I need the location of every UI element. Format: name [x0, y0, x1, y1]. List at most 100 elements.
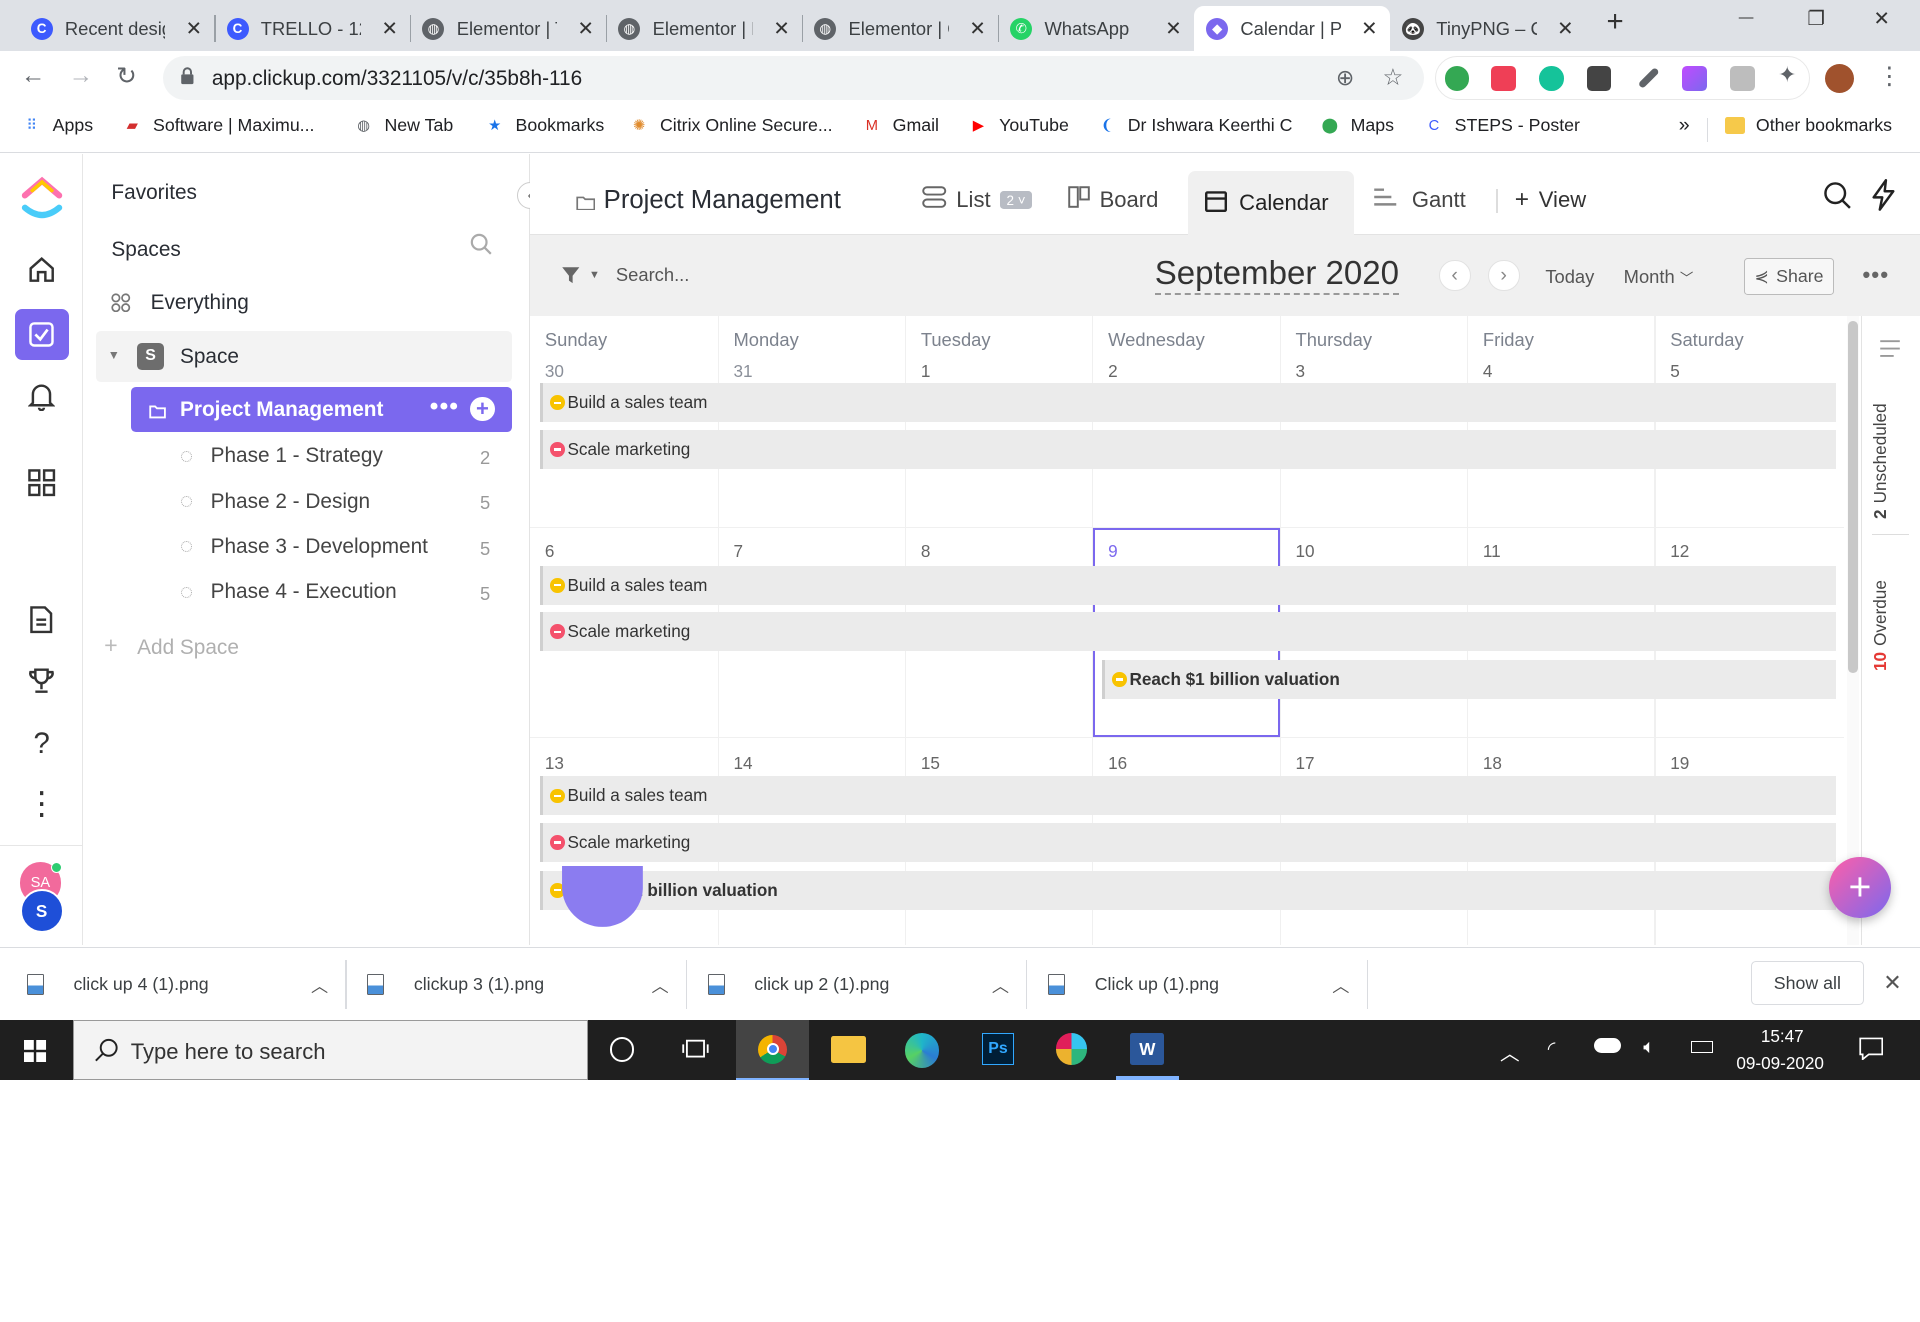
chevron-up-icon[interactable]: ︿: [992, 972, 1009, 997]
more-options-icon[interactable]: •••: [430, 393, 459, 421]
day-number[interactable]: 9: [1108, 541, 1118, 562]
day-number[interactable]: 1: [921, 361, 931, 382]
photoshop-icon[interactable]: Ps: [982, 1033, 1014, 1066]
calendar-scrollbar[interactable]: [1846, 315, 1859, 946]
minimize-icon[interactable]: —: [1739, 10, 1754, 26]
forward-icon[interactable]: →: [69, 62, 93, 90]
everything-link[interactable]: Everything: [151, 291, 249, 315]
chevron-up-icon[interactable]: ︿: [1332, 972, 1349, 997]
wifi-icon[interactable]: ◜: [1548, 1037, 1556, 1061]
share-button[interactable]: ⋞ Share: [1743, 258, 1835, 296]
grammarly-extension-icon[interactable]: [1539, 66, 1564, 91]
browser-tab[interactable]: ◍ Elementor | E ✕: [606, 6, 802, 51]
download-item[interactable]: click up 4 (1).png ︿: [26, 948, 343, 1021]
battery-icon[interactable]: [1691, 1040, 1714, 1054]
add-list-icon[interactable]: +: [470, 396, 495, 422]
notifications-icon[interactable]: [1859, 1036, 1883, 1066]
day-number[interactable]: 2: [1108, 361, 1118, 382]
show-all-button[interactable]: Show all: [1751, 961, 1864, 1006]
day-number[interactable]: 12: [1670, 541, 1689, 562]
day-number[interactable]: 19: [1670, 753, 1689, 774]
spaces-heading[interactable]: Spaces: [111, 238, 180, 262]
puzzle-icon[interactable]: ✦: [1778, 62, 1796, 88]
filter-caret-icon[interactable]: ▼: [589, 269, 600, 281]
day-number[interactable]: 11: [1483, 541, 1501, 562]
bookmark-item[interactable]: ▰ Software | Maximu...: [122, 115, 315, 136]
bookmark-item[interactable]: ▶ YouTube: [969, 115, 1069, 136]
browser-tab[interactable]: ◆ Calendar | Pr ✕: [1193, 6, 1390, 52]
close-tab-icon[interactable]: ✕: [577, 17, 593, 41]
cortana-icon[interactable]: [609, 1037, 635, 1062]
tab-list[interactable]: List 2 ˅: [922, 186, 1032, 214]
shield-extension-icon[interactable]: [1444, 66, 1470, 91]
bookmark-item[interactable]: C STEPS - Poster: [1424, 115, 1580, 136]
back-icon[interactable]: ←: [21, 62, 45, 90]
day-number[interactable]: 18: [1483, 753, 1502, 774]
bookmark-item[interactable]: ★ Bookmarks: [485, 115, 604, 136]
new-tab-icon[interactable]: +: [1607, 5, 1624, 39]
address-bar[interactable]: app.clickup.com/3321105/v/c/35b8h-116 ⊕ …: [162, 56, 1425, 101]
volume-icon[interactable]: 🔈︎: [1643, 1036, 1655, 1059]
day-number[interactable]: 15: [921, 753, 940, 774]
file-explorer-icon[interactable]: [831, 1035, 866, 1063]
filter-icon[interactable]: [561, 266, 581, 292]
docs-icon[interactable]: [22, 600, 61, 639]
sidebar-list-item[interactable]: Phase 4 - Execution 5: [169, 576, 502, 613]
overdue-tab[interactable]: 10 Overdue: [1870, 549, 1894, 671]
lightning-icon[interactable]: [1870, 178, 1897, 217]
browser-tab[interactable]: ✆ WhatsApp ✕: [998, 6, 1194, 51]
edge-icon[interactable]: [904, 1033, 940, 1068]
list-lines-icon[interactable]: [1879, 340, 1901, 363]
month-dropdown[interactable]: Month ﹀: [1624, 266, 1694, 288]
calendar-event[interactable]: Scale marketing: [539, 612, 1836, 652]
bookmark-item[interactable]: ⬤ Maps: [1320, 115, 1394, 136]
add-circle-icon[interactable]: ⊕: [1336, 65, 1354, 91]
tab-board[interactable]: Board: [1067, 186, 1158, 214]
day-number[interactable]: 30: [545, 361, 564, 382]
calendar-event[interactable]: Scale marketing: [539, 429, 1836, 469]
reload-icon[interactable]: ↻: [116, 61, 137, 91]
close-downloads-icon[interactable]: ✕: [1883, 970, 1901, 996]
calendar-event[interactable]: Reach $1 billion valuation: [539, 870, 1836, 910]
browser-tab[interactable]: ◍ Elementor | T ✕: [410, 6, 606, 51]
more-bookmarks-chevron[interactable]: »: [1679, 114, 1690, 137]
search-icon[interactable]: [1823, 181, 1852, 216]
tasks-icon[interactable]: [14, 308, 69, 360]
previous-month-button[interactable]: ‹: [1438, 259, 1471, 292]
close-tab-icon[interactable]: ✕: [1165, 17, 1181, 41]
sidebar-list-item[interactable]: Phase 3 - Development 5: [169, 530, 502, 567]
windows-start-icon[interactable]: [24, 1039, 47, 1068]
caret-down-icon[interactable]: ▼: [108, 348, 120, 362]
calendar-event[interactable]: Build a sales team: [539, 565, 1836, 605]
space-row[interactable]: ▼ S Space: [95, 330, 512, 383]
slack-icon[interactable]: [1055, 1033, 1088, 1066]
chevron-up-icon[interactable]: ︿: [311, 972, 328, 997]
tab-calendar[interactable]: Calendar: [1187, 171, 1355, 236]
task-view-icon[interactable]: [682, 1037, 709, 1067]
other-bookmarks[interactable]: Other bookmarks: [1725, 115, 1892, 136]
user-avatar[interactable]: S: [19, 888, 64, 934]
sidebar-list-item[interactable]: Phase 2 - Design 5: [169, 485, 502, 522]
day-number[interactable]: 4: [1483, 361, 1493, 382]
browser-tab[interactable]: C Recent designs ✕: [18, 6, 214, 51]
browser-tab[interactable]: 🐼 TinyPNG – C ✕: [1390, 6, 1586, 51]
day-number[interactable]: 31: [733, 361, 752, 382]
close-tab-icon[interactable]: ✕: [186, 17, 202, 41]
word-icon[interactable]: W: [1130, 1033, 1165, 1066]
restore-icon[interactable]: ❐: [1807, 7, 1825, 31]
bookmark-item[interactable]: ⠿ Apps: [22, 115, 93, 136]
day-number[interactable]: 10: [1296, 541, 1315, 562]
chevron-up-icon[interactable]: ︿: [651, 972, 668, 997]
onedrive-cloud-icon[interactable]: [1594, 1038, 1622, 1054]
taskbar-time[interactable]: 15:47: [1761, 1026, 1804, 1047]
bookmark-item[interactable]: ◍ New Tab: [354, 115, 453, 136]
day-number[interactable]: 13: [545, 753, 564, 774]
day-number[interactable]: 5: [1670, 361, 1680, 382]
home-icon[interactable]: [22, 250, 61, 289]
month-title[interactable]: September 2020: [1154, 255, 1400, 295]
add-space-link[interactable]: Add Space: [137, 636, 239, 660]
dashboards-grid-icon[interactable]: [22, 463, 61, 502]
bookmark-item[interactable]: ✺ Citrix Online Secure...: [629, 115, 833, 136]
download-item[interactable]: Click up (1).png ︿: [1048, 948, 1364, 1021]
bookmark-item[interactable]: ❨ Dr Ishwara Keerthi C: [1097, 115, 1293, 136]
